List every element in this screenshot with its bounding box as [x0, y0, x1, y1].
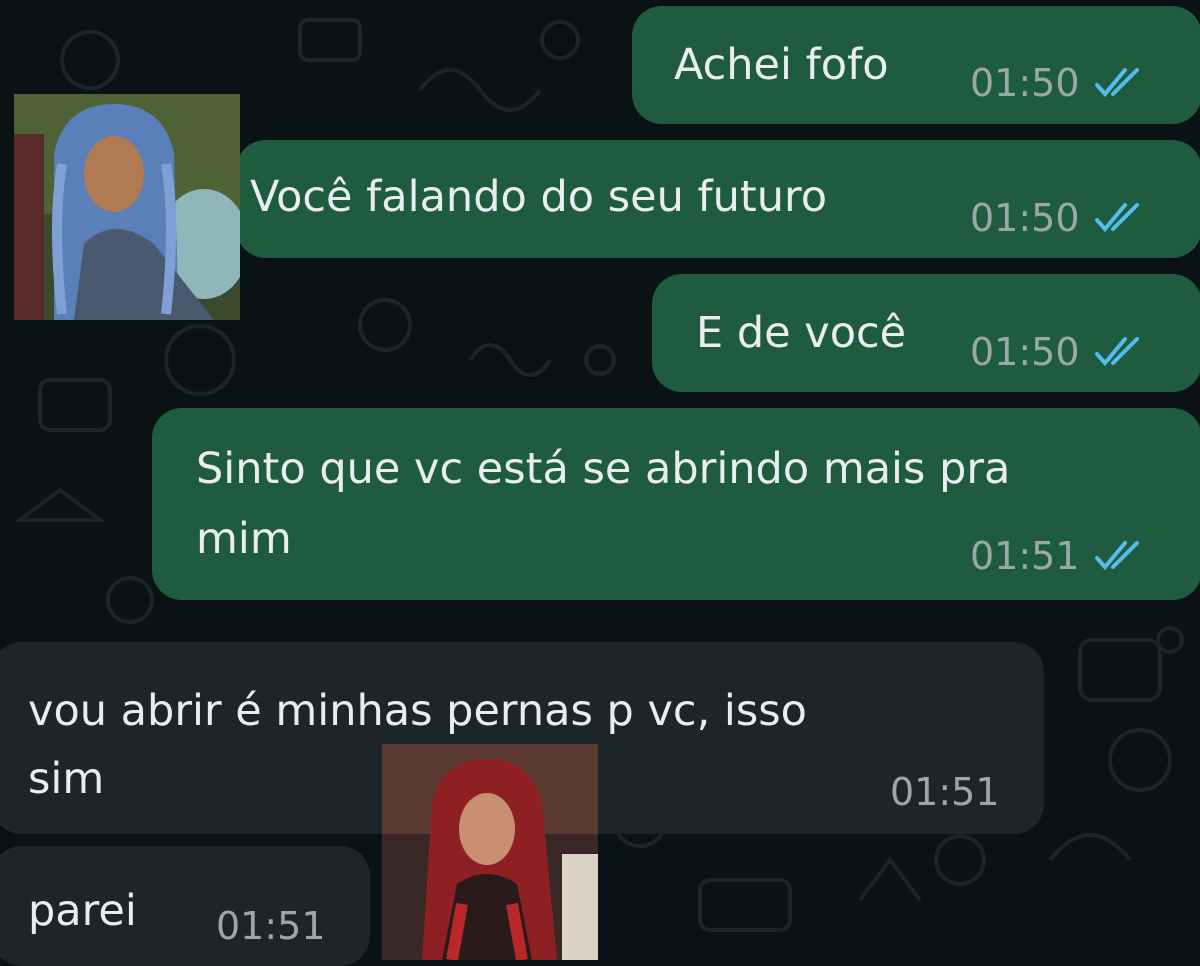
message-bubble-incoming[interactable]: parei 01:51 [0, 846, 370, 966]
message-meta: 01:51 [890, 770, 1000, 814]
message-time: 01:50 [970, 196, 1080, 240]
message-text: parei [28, 886, 137, 936]
message-bubble-outgoing[interactable]: E de você 01:50 [652, 274, 1200, 392]
message-meta: 01:50 [970, 196, 1148, 240]
message-text-line-1: vou abrir é minhas pernas p vc, isso [28, 686, 807, 736]
message-bubble-outgoing[interactable]: Sinto que vc está se abrindo mais pra mi… [152, 408, 1200, 600]
message-text-line-2: mim [196, 514, 292, 564]
message-time: 01:50 [970, 61, 1080, 105]
message-text: Achei fofo [674, 40, 889, 90]
message-time: 01:51 [890, 770, 1000, 814]
message-meta: 01:50 [970, 330, 1148, 374]
message-text-line-2: sim [28, 754, 105, 804]
message-meta: 01:51 [970, 534, 1148, 578]
message-time: 01:51 [970, 534, 1080, 578]
double-check-icon [1094, 541, 1139, 571]
double-check-icon [1094, 203, 1139, 233]
message-text: Você falando do seu futuro [250, 172, 828, 222]
message-text: E de você [696, 308, 907, 358]
double-check-icon [1094, 337, 1139, 367]
character-photo-blue-hair [14, 94, 240, 320]
double-check-icon [1094, 68, 1139, 98]
message-time: 01:51 [216, 904, 326, 948]
character-photo-red-hair [382, 744, 598, 960]
message-bubble-outgoing[interactable]: Achei fofo 01:50 [632, 6, 1200, 124]
message-bubble-outgoing[interactable]: Você falando do seu futuro 01:50 [236, 140, 1200, 258]
message-meta: 01:50 [970, 61, 1148, 105]
message-meta: 01:51 [216, 904, 326, 948]
message-text-line-1: Sinto que vc está se abrindo mais pra [196, 444, 1011, 494]
message-time: 01:50 [970, 330, 1080, 374]
